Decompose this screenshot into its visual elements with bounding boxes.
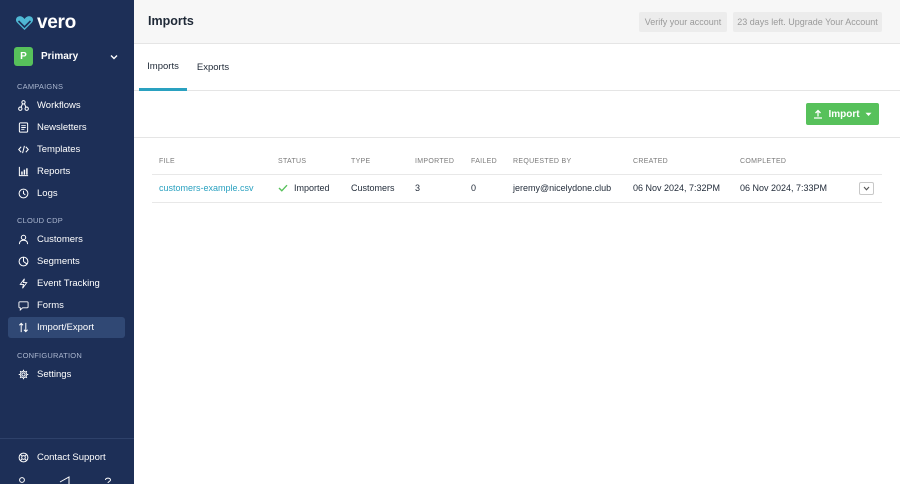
status-cell: Imported <box>278 183 344 193</box>
imports-table: FILE STATUS TYPE IMPORTED FAILED REQUEST… <box>152 150 882 203</box>
sidebar-item-customers[interactable]: Customers <box>8 229 125 250</box>
column-header-status: STATUS <box>278 158 307 166</box>
sidebar-item-label: Settings <box>37 369 72 380</box>
check-icon <box>278 184 288 192</box>
import-button-label: Import <box>828 108 860 120</box>
table-row: customers-example.csv Imported Customers… <box>152 173 882 203</box>
column-header-type: TYPE <box>351 158 371 166</box>
column-header-failed: FAILED <box>471 158 497 166</box>
column-header-file: FILE <box>159 158 175 166</box>
sidebar-item-label: Import/Export <box>37 322 95 333</box>
section-configuration: CONFIGURATION <box>17 351 82 360</box>
chevron-down-icon <box>863 186 870 191</box>
app-name: vero <box>37 12 76 33</box>
sidebar-item-workflows[interactable]: Workflows <box>8 95 125 116</box>
column-header-imported: IMPORTED <box>415 158 455 166</box>
sidebar-item-forms[interactable]: Forms <box>8 295 125 316</box>
main-content: Imports Verify your account 23 days left… <box>134 0 900 484</box>
sidebar: vero P Primary CAMPAIGNS Workflows Newsl… <box>0 0 134 484</box>
sidebar-item-reports[interactable]: Reports <box>8 161 125 182</box>
workspace-avatar: P <box>14 47 33 66</box>
sidebar-item-settings[interactable]: Settings <box>8 364 125 385</box>
sidebar-item-newsletters[interactable]: Newsletters <box>8 117 125 138</box>
created-cell: 06 Nov 2024, 7:32PM <box>626 173 733 203</box>
sidebar-item-label: Forms <box>37 300 64 311</box>
support-icon <box>18 452 29 463</box>
file-link[interactable]: customers-example.csv <box>159 183 254 193</box>
column-header-actions <box>852 150 882 174</box>
sidebar-item-label: Event Tracking <box>37 278 100 289</box>
tab-bar: Imports Exports <box>134 44 900 91</box>
sidebar-item-import-export[interactable]: Import/Export <box>8 317 125 338</box>
sidebar-item-label: Segments <box>37 256 80 267</box>
column-header-requested-by: REQUESTED BY <box>513 158 572 166</box>
sidebar-footer-icons <box>17 476 117 484</box>
pie-icon <box>18 256 29 267</box>
column-header-created: CREATED <box>633 158 669 166</box>
sidebar-item-label: Newsletters <box>37 122 87 133</box>
sidebar-item-templates[interactable]: Templates <box>8 139 125 160</box>
workspace-switcher[interactable]: P Primary <box>14 47 119 66</box>
completed-cell: 06 Nov 2024, 7:33PM <box>733 173 852 203</box>
imported-count: 3 <box>408 173 464 203</box>
column-header-completed: COMPLETED <box>740 158 787 166</box>
upload-icon <box>814 109 823 119</box>
vero-logo[interactable]: vero <box>15 12 76 34</box>
caret-down-icon <box>865 112 872 116</box>
import-button[interactable]: Import <box>806 103 879 125</box>
chat-icon <box>18 301 29 311</box>
upgrade-account-button[interactable]: 23 days left. Upgrade Your Account <box>733 12 882 32</box>
failed-count: 0 <box>464 173 506 203</box>
lightning-icon <box>19 278 28 289</box>
table-header-row: FILE STATUS TYPE IMPORTED FAILED REQUEST… <box>152 150 882 174</box>
import-export-icon <box>19 322 28 333</box>
verify-account-button[interactable]: Verify your account <box>639 12 727 32</box>
toolbar: Import <box>134 91 900 138</box>
chevron-down-icon <box>110 54 118 59</box>
sidebar-item-label: Templates <box>37 144 81 155</box>
row-menu-button[interactable] <box>859 181 874 195</box>
sidebar-item-label: Reports <box>37 166 71 177</box>
sidebar-item-segments[interactable]: Segments <box>8 251 125 272</box>
section-campaigns: CAMPAIGNS <box>17 82 64 91</box>
megaphone-icon[interactable] <box>59 476 71 484</box>
type-cell: Customers <box>344 173 408 203</box>
requested-by-cell: jeremy@nicelydone.club <box>506 173 626 203</box>
heart-logo-icon <box>15 16 34 30</box>
workflow-icon <box>18 100 29 111</box>
sidebar-item-label: Logs <box>37 188 58 199</box>
tab-exports[interactable]: Exports <box>192 44 234 91</box>
code-icon <box>18 145 29 154</box>
sidebar-item-event-tracking[interactable]: Event Tracking <box>8 273 125 294</box>
user-profile-icon[interactable] <box>17 476 27 484</box>
contact-support-link[interactable]: Contact Support <box>8 447 125 468</box>
sidebar-item-label: Workflows <box>37 100 81 111</box>
gear-icon <box>18 369 29 380</box>
status-text: Imported <box>294 183 330 193</box>
sidebar-item-label: Customers <box>37 234 83 245</box>
tab-imports[interactable]: Imports <box>139 44 187 91</box>
sidebar-item-logs[interactable]: Logs <box>8 183 125 204</box>
user-icon <box>18 234 29 245</box>
sidebar-divider <box>0 438 134 439</box>
chart-icon <box>18 166 29 177</box>
section-cloud-cdp: CLOUD CDP <box>17 216 63 225</box>
sidebar-item-label: Contact Support <box>37 452 106 463</box>
workspace-name: Primary <box>41 51 79 62</box>
clock-icon <box>18 188 29 199</box>
page-title: Imports <box>148 14 194 28</box>
help-icon[interactable] <box>103 476 113 484</box>
top-bar: Imports Verify your account 23 days left… <box>134 0 900 44</box>
newsletter-icon <box>18 122 29 133</box>
